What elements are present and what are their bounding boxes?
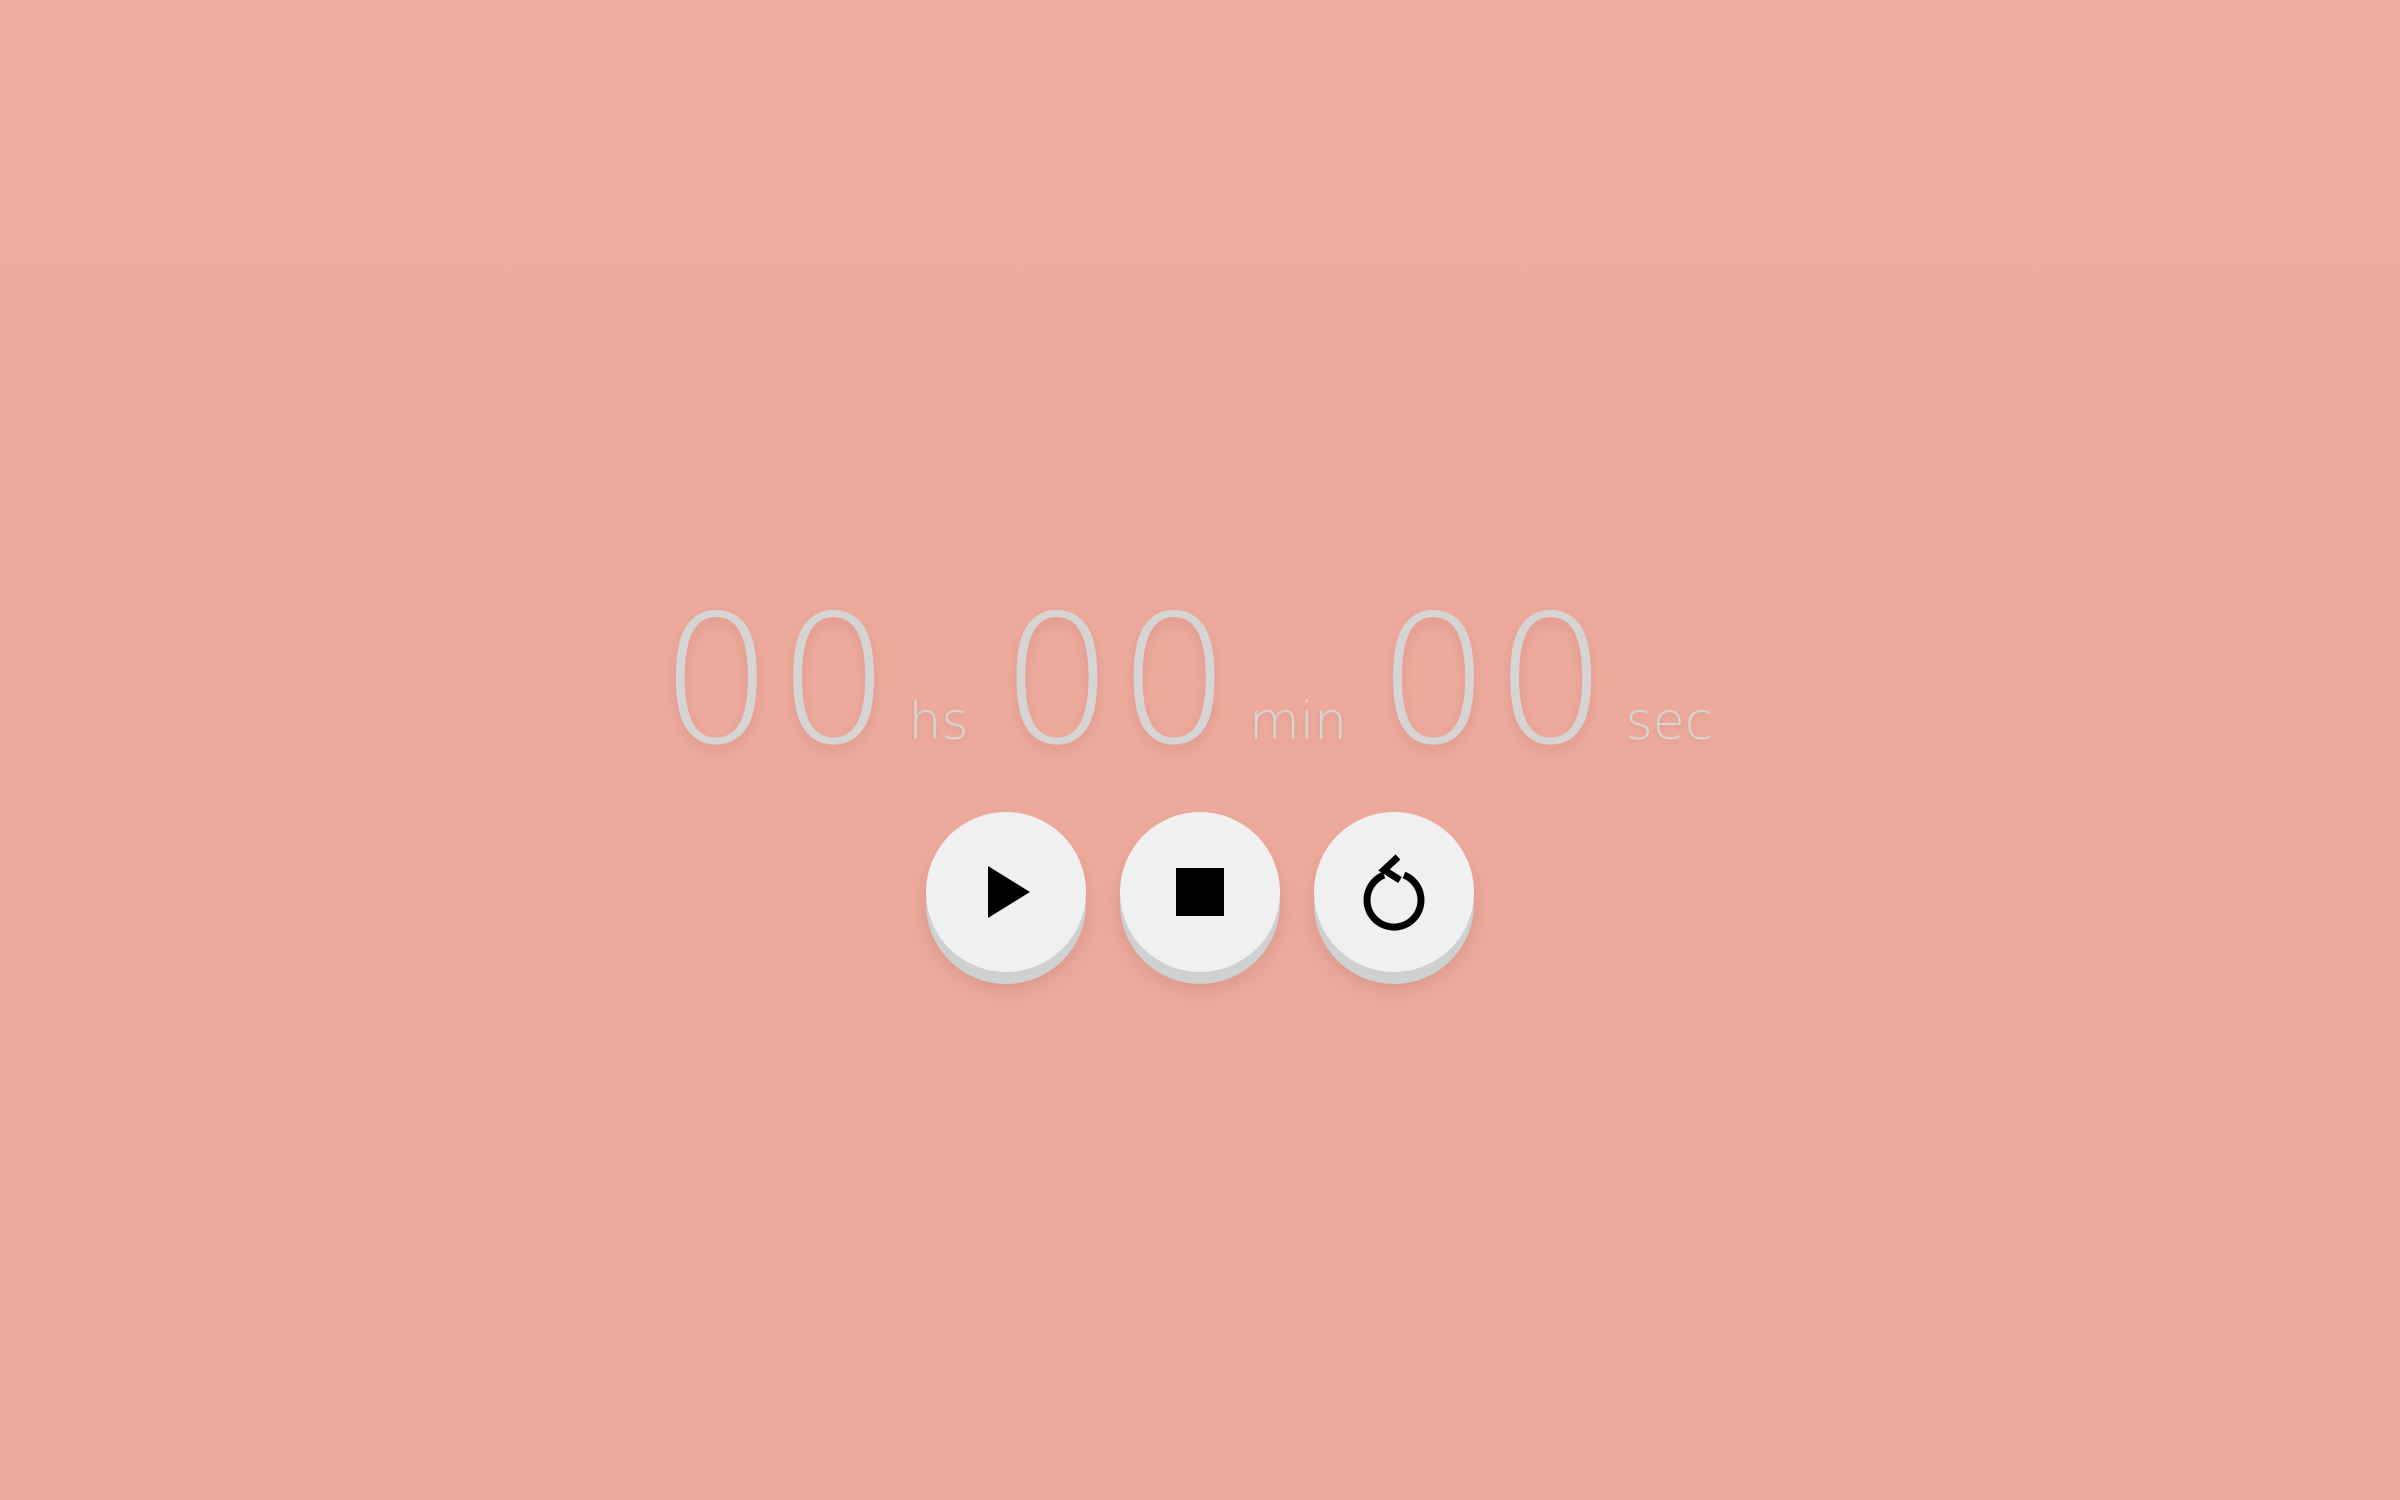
minutes-group: 00 min: [1001, 592, 1348, 770]
stop-icon: [1176, 868, 1224, 916]
seconds-unit: sec: [1625, 692, 1714, 752]
hours-unit: hs: [908, 692, 969, 752]
hours-group: 00 hs: [660, 592, 969, 770]
hours-value: 00: [660, 577, 895, 784]
minutes-unit: min: [1249, 692, 1348, 752]
play-button[interactable]: [926, 812, 1086, 972]
controls: [926, 812, 1474, 972]
reset-icon: [1363, 854, 1425, 931]
play-icon: [988, 866, 1030, 918]
stop-button[interactable]: [1120, 812, 1280, 972]
stopwatch: 00 hs 00 min 00 sec: [0, 0, 2400, 1500]
seconds-value: 00: [1377, 577, 1612, 784]
seconds-group: 00 sec: [1377, 592, 1713, 770]
time-display: 00 hs 00 min 00 sec: [660, 590, 1760, 770]
reset-button[interactable]: [1314, 812, 1474, 972]
minutes-value: 00: [1000, 577, 1236, 784]
